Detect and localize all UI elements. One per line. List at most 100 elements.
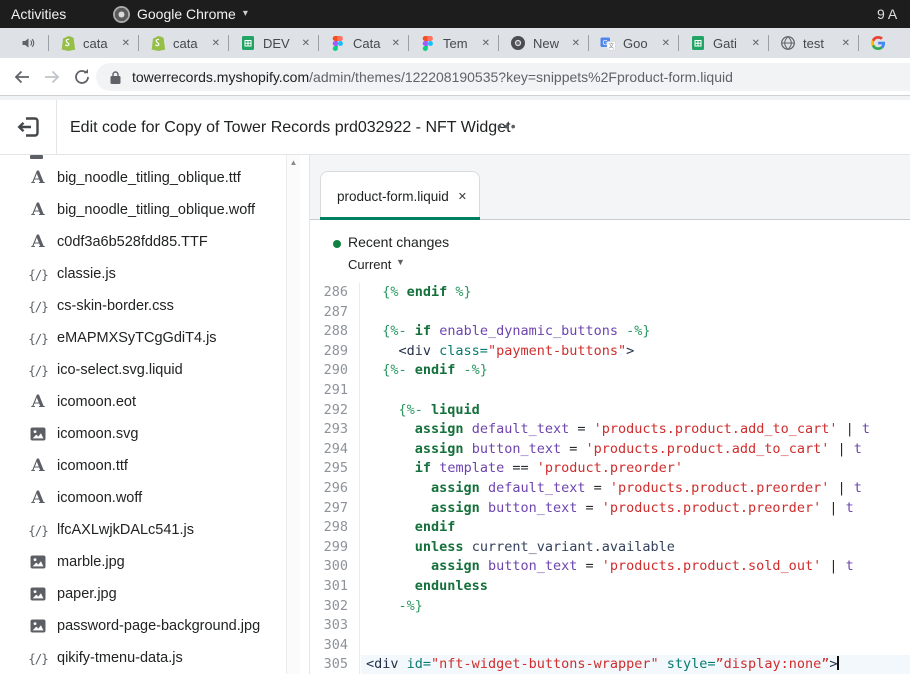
- line-number: 291: [310, 381, 359, 401]
- exit-code-editor-button[interactable]: [16, 114, 42, 140]
- line-number: 287: [310, 303, 359, 323]
- file-item[interactable]: {/}eMAPMXSyTCgGdiT4.js: [0, 322, 286, 354]
- tab-title: Gati: [713, 36, 745, 51]
- tab-close-icon[interactable]: ✕: [842, 38, 850, 49]
- code-line[interactable]: assign button_text = 'products.product.s…: [361, 557, 910, 577]
- scroll-up-icon[interactable]: ▲: [287, 158, 300, 167]
- activities-button[interactable]: Activities: [11, 0, 66, 28]
- tab-close-icon[interactable]: ✕: [212, 38, 220, 49]
- tab-close-icon[interactable]: ✕: [572, 38, 580, 49]
- line-number: 298: [310, 518, 359, 538]
- file-item[interactable]: Abig_noodle_titling_oblique.woff: [0, 194, 286, 226]
- os-top-bar: Activities Google Chrome ▾ 9 A: [0, 0, 910, 28]
- sheets-icon: [240, 35, 256, 51]
- clock[interactable]: 9 A: [877, 0, 897, 28]
- file-item[interactable]: {/}classie.js: [0, 258, 286, 290]
- code-line[interactable]: [361, 616, 910, 636]
- browser-tab[interactable]: cata✕: [138, 28, 228, 58]
- chevron-down-icon: ▾: [243, 0, 248, 28]
- reload-button[interactable]: [72, 67, 92, 87]
- code-line[interactable]: [361, 381, 910, 401]
- code-line[interactable]: <div class="payment-buttons">: [361, 342, 910, 362]
- browser-tab[interactable]: Gati ✕: [678, 28, 768, 58]
- file-item[interactable]: password-page-background.jpg: [0, 610, 286, 642]
- code-line[interactable]: {%- endif -%}: [361, 361, 910, 381]
- font-file-icon: A: [28, 168, 48, 188]
- code-line[interactable]: [361, 636, 910, 656]
- line-number: 295: [310, 459, 359, 479]
- font-file-icon: A: [28, 456, 48, 476]
- browser-tab[interactable]: [858, 28, 910, 58]
- font-file-icon: A: [28, 200, 48, 220]
- code-line[interactable]: <div id="nft-widget-buttons-wrapper" sty…: [361, 655, 910, 674]
- file-name: icomoon.ttf: [57, 458, 128, 474]
- tab-close-icon[interactable]: ✕: [752, 38, 760, 49]
- code-line[interactable]: endif: [361, 518, 910, 538]
- text-cursor: [837, 656, 839, 670]
- image-file-icon: [28, 427, 48, 441]
- file-item[interactable]: Aicomoon.ttf: [0, 450, 286, 482]
- browser-tab[interactable]: G文Goo✕: [588, 28, 678, 58]
- file-item[interactable]: Ac0df3a6b528fdd85.TTF: [0, 226, 286, 258]
- figma-icon: [420, 35, 436, 51]
- browser-tab[interactable]: Cata✕: [318, 28, 408, 58]
- page-header: Edit code for Copy of Tower Records prd0…: [0, 100, 910, 155]
- translate-icon: G文: [600, 35, 616, 51]
- browser-tab[interactable]: Tem✕: [408, 28, 498, 58]
- file-item[interactable]: Aicomoon.eot: [0, 386, 286, 418]
- tab-close-icon[interactable]: ✕: [482, 38, 490, 49]
- file-sidebar: Abig_noodle_titling_oblique.ttfAbig_nood…: [0, 155, 310, 674]
- file-item[interactable]: {/}cs-skin-border.css: [0, 290, 286, 322]
- file-item[interactable]: paper.jpg: [0, 578, 286, 610]
- code-line[interactable]: {%- liquid: [361, 401, 910, 421]
- url-text: towerrecords.myshopify.com/admin/themes/…: [132, 69, 733, 85]
- header-divider: [56, 100, 57, 155]
- browser-tab[interactable]: DEV ✕: [228, 28, 318, 58]
- audio-speaker-icon[interactable]: [20, 35, 36, 51]
- code-line[interactable]: assign default_text = 'products.product.…: [361, 420, 910, 440]
- browser-tab[interactable]: New ✕: [498, 28, 588, 58]
- file-name: c0df3a6b528fdd85.TTF: [57, 234, 208, 250]
- code-line[interactable]: assign button_text = 'products.product.a…: [361, 440, 910, 460]
- app-menu[interactable]: Google Chrome ▾: [113, 0, 248, 28]
- sidebar-scrollbar[interactable]: ▲: [286, 155, 300, 674]
- file-item[interactable]: Aicomoon.woff: [0, 482, 286, 514]
- code-file-icon: {/}: [28, 267, 48, 282]
- line-number: 293: [310, 420, 359, 440]
- file-item[interactable]: {/}lfcAXLwjkDALc541.js: [0, 514, 286, 546]
- code-file-icon: {/}: [28, 523, 48, 538]
- file-item[interactable]: icomoon.svg: [0, 418, 286, 450]
- omnibox[interactable]: towerrecords.myshopify.com/admin/themes/…: [96, 63, 910, 91]
- code-line[interactable]: {% endif %}: [361, 283, 910, 303]
- tab-close-icon[interactable]: ✕: [122, 38, 130, 49]
- editor-tab[interactable]: product-form.liquid ✕: [320, 171, 480, 220]
- browser-tab[interactable]: cata✕: [48, 28, 138, 58]
- tab-title: DEV: [263, 36, 295, 51]
- version-dropdown[interactable]: Current: [348, 257, 391, 272]
- file-name: paper.jpg: [57, 586, 117, 602]
- tab-close-icon[interactable]: ✕: [302, 38, 310, 49]
- code-line[interactable]: assign default_text = 'products.product.…: [361, 479, 910, 499]
- back-button[interactable]: [12, 67, 32, 87]
- code-line[interactable]: if template == 'product.preorder': [361, 459, 910, 479]
- code-line[interactable]: endunless: [361, 577, 910, 597]
- tab-close-icon[interactable]: ✕: [392, 38, 400, 49]
- svg-text:文: 文: [608, 42, 614, 50]
- file-item[interactable]: marble.jpg: [0, 546, 286, 578]
- tab-close-icon[interactable]: ✕: [662, 38, 670, 49]
- tab-title: New: [533, 36, 565, 51]
- code-line[interactable]: -%}: [361, 597, 910, 617]
- more-actions-button[interactable]: •••: [497, 100, 518, 153]
- font-file-icon: A: [28, 488, 48, 508]
- forward-button[interactable]: [42, 67, 62, 87]
- editor-tab-close-icon[interactable]: ✕: [458, 190, 467, 203]
- code-line[interactable]: {%- if enable_dynamic_buttons -%}: [361, 322, 910, 342]
- file-item[interactable]: {/}qikify-tmenu-data.js: [0, 642, 286, 674]
- file-item[interactable]: Abig_noodle_titling_oblique.ttf: [0, 162, 286, 194]
- code-editor[interactable]: 2862872882892902912922932942952962972982…: [310, 283, 910, 674]
- browser-tab[interactable]: test✕: [768, 28, 858, 58]
- code-line[interactable]: assign button_text = 'products.product.p…: [361, 499, 910, 519]
- file-item[interactable]: {/}ico-select.svg.liquid: [0, 354, 286, 386]
- code-line[interactable]: [361, 303, 910, 323]
- code-line[interactable]: unless current_variant.available: [361, 538, 910, 558]
